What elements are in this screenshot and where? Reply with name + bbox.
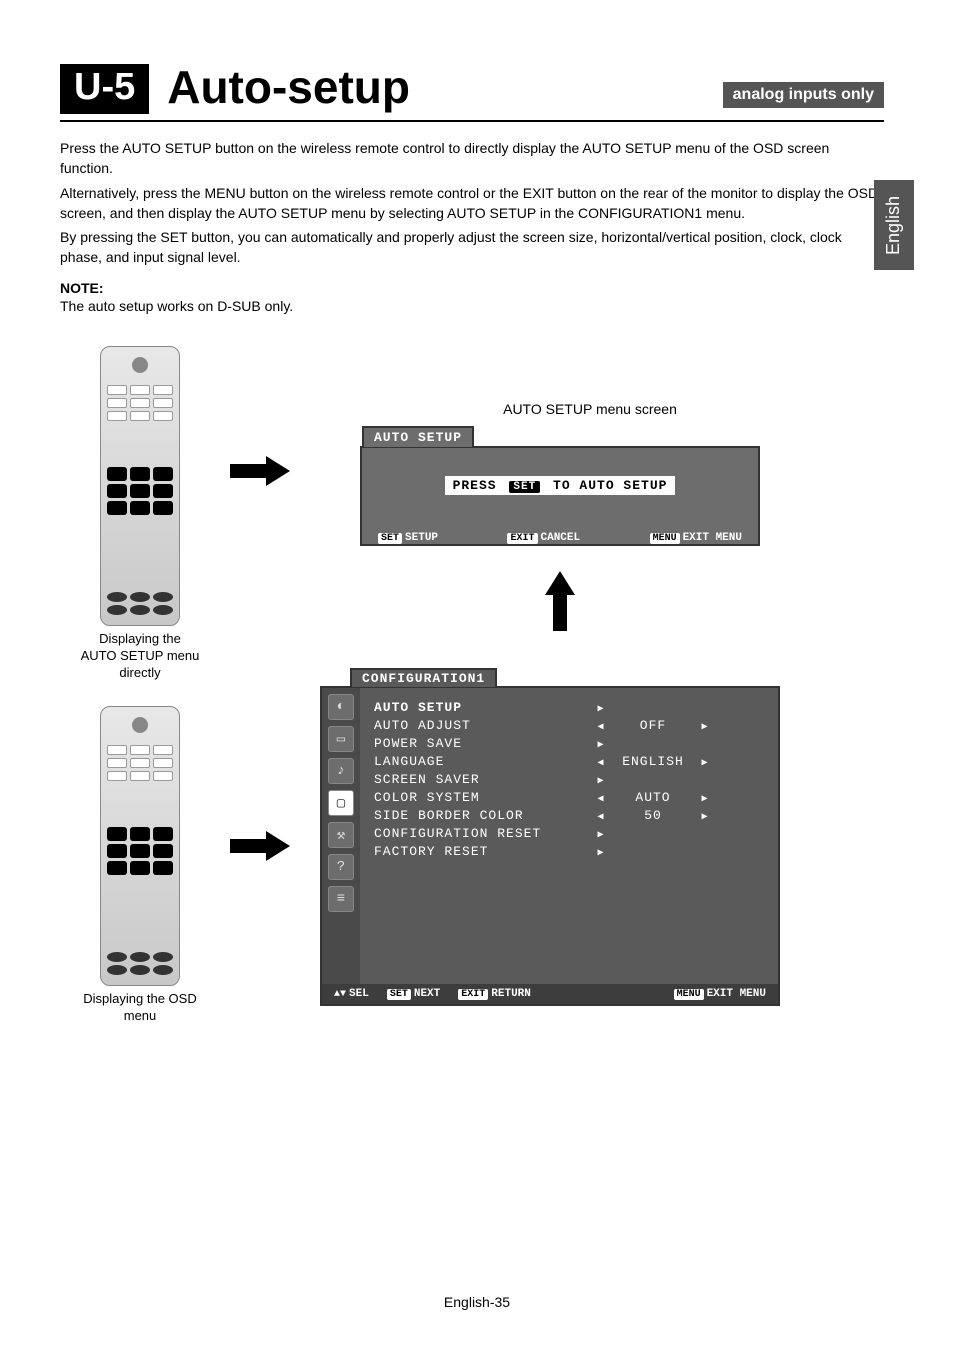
cfg-row: CONFIGURATION RESET	[374, 824, 764, 842]
config2-icon: ⚒	[328, 822, 354, 848]
cfg-row: LANGUAGE ENGLISH	[374, 752, 764, 770]
cfg-row-value: AUTO	[608, 790, 698, 805]
cfg-row: AUTO ADJUST OFF	[374, 716, 764, 734]
section-badge: U-5	[60, 64, 149, 114]
arrow-up-icon	[545, 571, 575, 631]
osd-press-left: PRESS	[453, 478, 497, 493]
note-label: NOTE:	[60, 280, 884, 296]
osd-configuration1-window: CONFIGURATION1 ◐ ▭ ♪ ▢ ⚒ ? ≡ AUTO SETUPA…	[320, 686, 780, 1006]
triangle-left-icon	[594, 790, 608, 805]
cfg-footer: SEL SETNEXT EXITRETURN MENUEXIT MENU	[322, 984, 778, 1004]
cfg-row-name: SCREEN SAVER	[374, 772, 594, 787]
remote-control-top	[100, 346, 180, 626]
intro-paragraph-2: Alternatively, press the MENU button on …	[60, 183, 884, 224]
cfg-side-icons: ◐ ▭ ♪ ▢ ⚒ ? ≡	[322, 688, 360, 1004]
remote-bottom-caption: Displaying the OSD menu	[80, 991, 200, 1025]
osd-auto-footer: SETSETUP EXITCANCEL MENUEXIT MENU	[362, 528, 758, 552]
intro-paragraph-1: Press the AUTO SETUP button on the wirel…	[60, 138, 884, 179]
config1-icon: ▢	[328, 790, 354, 816]
triangle-left-icon	[594, 808, 608, 823]
cfg-row-name: CONFIGURATION RESET	[374, 826, 594, 841]
page-number: English-35	[0, 1294, 954, 1310]
cfg-row: POWER SAVE	[374, 734, 764, 752]
brightness-icon: ◐	[328, 694, 354, 720]
intro-paragraph-3: By pressing the SET button, you can auto…	[60, 227, 884, 268]
cfg-row-value: ENGLISH	[608, 754, 698, 769]
audio-icon: ♪	[328, 758, 354, 784]
cfg-row-value: 50	[608, 808, 698, 823]
info-icon: ≡	[328, 886, 354, 912]
osd-auto-title-label: AUTO SETUP menu screen	[460, 401, 720, 417]
cfg-main-list: AUTO SETUPAUTO ADJUSTOFFPOWER SAVELANGUA…	[360, 688, 778, 1004]
remote-top-caption: Displaying the AUTO SETUP menu directly	[80, 631, 200, 682]
osd-press-right: TO AUTO SETUP	[553, 478, 667, 493]
page-header: U-5 Auto-setup analog inputs only	[60, 60, 884, 122]
cfg-row-name: FACTORY RESET	[374, 844, 594, 859]
screen-icon: ▭	[328, 726, 354, 752]
triangle-right-icon	[594, 700, 608, 715]
cfg-row-name: POWER SAVE	[374, 736, 594, 751]
triangle-right-icon	[594, 844, 608, 859]
cfg-row: FACTORY RESET	[374, 842, 764, 860]
cfg-row-name: SIDE BORDER COLOR	[374, 808, 594, 823]
cfg-row: AUTO SETUP	[374, 698, 764, 716]
cfg-tab: CONFIGURATION1	[350, 668, 497, 687]
cfg-row-name: AUTO SETUP	[374, 700, 594, 715]
diagram-area: Displaying the AUTO SETUP menu directly …	[60, 346, 884, 1046]
triangle-right-icon	[594, 772, 608, 787]
triangle-right-icon	[698, 790, 712, 805]
osd-press-line: PRESS SET TO AUTO SETUP	[445, 476, 676, 495]
remote-control-bottom	[100, 706, 180, 986]
triangle-right-icon	[594, 736, 608, 751]
triangle-right-icon	[698, 808, 712, 823]
advanced-icon: ?	[328, 854, 354, 880]
analog-only-pill: analog inputs only	[723, 82, 884, 108]
note-text: The auto setup works on D-SUB only.	[60, 296, 884, 316]
triangle-right-icon	[698, 754, 712, 769]
language-tab: English	[874, 180, 914, 270]
triangle-left-icon	[594, 754, 608, 769]
osd-auto-setup-window: AUTO SETUP PRESS SET TO AUTO SETUP SETSE…	[360, 446, 760, 546]
triangle-right-icon	[698, 718, 712, 733]
triangle-left-icon	[594, 718, 608, 733]
arrow-right-icon	[230, 456, 290, 486]
cfg-row-name: AUTO ADJUST	[374, 718, 594, 733]
cfg-row: SIDE BORDER COLOR 50	[374, 806, 764, 824]
arrow-right-icon-2	[230, 831, 290, 861]
cfg-row-name: LANGUAGE	[374, 754, 594, 769]
osd-press-key: SET	[509, 481, 540, 493]
cfg-row-value: OFF	[608, 718, 698, 733]
page-title: Auto-setup	[167, 60, 704, 114]
language-tab-label: English	[884, 195, 905, 254]
cfg-row: SCREEN SAVER	[374, 770, 764, 788]
cfg-row: COLOR SYSTEM AUTO	[374, 788, 764, 806]
triangle-right-icon	[594, 826, 608, 841]
osd-auto-tab: AUTO SETUP	[362, 426, 474, 447]
cfg-foot-sel: SEL	[334, 988, 369, 1000]
cfg-row-name: COLOR SYSTEM	[374, 790, 594, 805]
